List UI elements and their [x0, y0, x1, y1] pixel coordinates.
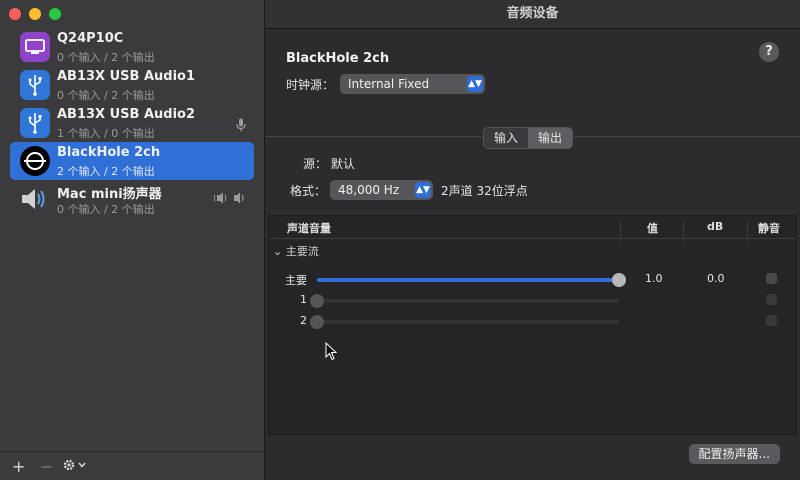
format-popup[interactable]: 48,000 Hz ▲▼	[330, 180, 433, 200]
stream-group-label: 主要流	[285, 245, 319, 258]
blackhole-icon	[20, 146, 50, 176]
clock-source-value: Internal Fixed	[348, 77, 430, 91]
slider-fill	[317, 278, 619, 282]
chevron-down-icon: ⌄	[273, 245, 283, 258]
device-name: BlackHole 2ch	[57, 145, 161, 160]
sidebar-toolbar: + −	[0, 451, 264, 480]
channel-volume-table: 声道音量 值 dB 静音 ⌄ 主要流 主要 1.0 0.0 1 2	[268, 215, 797, 435]
device-io-count: 1 个输入 / 0 个输出	[57, 127, 155, 140]
table-row: 2	[269, 312, 796, 330]
tab-output[interactable]: 输出	[528, 128, 573, 148]
help-button[interactable]: ?	[759, 42, 779, 62]
device-item-ab13x-audio2[interactable]: AB13X USB Audio2 1 个输入 / 0 个输出	[10, 104, 254, 142]
device-name: AB13X USB Audio2	[57, 107, 196, 122]
microphone-icon	[236, 118, 246, 135]
header-db: dB	[707, 220, 724, 233]
channel-label: 主要	[285, 274, 307, 287]
zoom-button[interactable]	[49, 8, 61, 20]
device-name: Q24P10C	[57, 31, 124, 46]
format-label: 格式：	[290, 184, 327, 198]
device-name: AB13X USB Audio1	[57, 69, 196, 84]
device-item-q24p10c[interactable]: Q24P10C 0 个输入 / 2 个输出	[10, 28, 254, 66]
device-item-blackhole-2ch[interactable]: BlackHole 2ch 2 个输入 / 2 个输出	[10, 142, 254, 180]
format-description: 2声道 32位浮点	[441, 184, 528, 198]
device-io-count: 0 个输入 / 2 个输出	[57, 203, 155, 216]
device-list: Q24P10C 0 个输入 / 2 个输出 AB13X USB Audio1 0…	[0, 28, 264, 218]
mouse-cursor-icon	[325, 342, 338, 361]
add-device-button[interactable]: +	[12, 457, 25, 476]
channel-label: 1	[300, 293, 307, 306]
device-title: BlackHole 2ch	[286, 51, 390, 66]
header-value: 值	[647, 222, 658, 235]
remove-device-button[interactable]: −	[40, 457, 53, 476]
device-io-count: 0 个输入 / 2 个输出	[57, 51, 155, 64]
audio-midi-window: Q24P10C 0 个输入 / 2 个输出 AB13X USB Audio1 0…	[0, 0, 800, 480]
clock-source-label: 时钟源：	[286, 78, 335, 92]
device-item-mac-mini-speaker[interactable]: Mac mini扬声器 0 个输入 / 2 个输出	[10, 180, 254, 218]
volume-slider[interactable]	[317, 273, 626, 287]
table-header: 声道音量 值 dB 静音	[269, 216, 796, 242]
format-value: 48,000 Hz	[338, 183, 400, 197]
device-item-ab13x-audio1[interactable]: AB13X USB Audio1 0 个输入 / 2 个输出	[10, 66, 254, 104]
stream-group-toggle[interactable]: ⌄ 主要流	[273, 243, 319, 259]
input-output-tabs: 输入 输出	[483, 127, 574, 149]
source-label: 源：	[303, 157, 328, 171]
usb-icon	[20, 108, 50, 138]
channel-db: 0.0	[707, 272, 725, 285]
output-indicator-icons	[213, 192, 246, 207]
gear-icon	[63, 459, 86, 471]
clock-source-popup[interactable]: Internal Fixed ▲▼	[340, 74, 485, 94]
device-io-count: 2 个输入 / 2 个输出	[57, 165, 155, 178]
speaker-icon	[20, 184, 50, 214]
mute-checkbox[interactable]	[766, 315, 777, 326]
channel-label: 2	[300, 314, 307, 327]
device-detail-pane: BlackHole 2ch ? 时钟源： Internal Fixed ▲▼ 输…	[265, 29, 800, 480]
slider-knob[interactable]	[310, 315, 324, 329]
header-mute: 静音	[758, 222, 780, 235]
table-row: 1	[269, 291, 796, 309]
minimize-button[interactable]	[29, 8, 41, 20]
slider-knob[interactable]	[310, 294, 324, 308]
header-channel-volume: 声道音量	[287, 222, 331, 235]
chevron-up-down-icon: ▲▼	[467, 76, 483, 92]
device-sidebar: Q24P10C 0 个输入 / 2 个输出 AB13X USB Audio1 0…	[0, 0, 265, 480]
mute-checkbox[interactable]	[766, 273, 777, 284]
display-icon	[20, 32, 50, 62]
window-controls	[9, 8, 61, 20]
channel-value: 1.0	[645, 272, 663, 285]
configure-speakers-button[interactable]: 配置扬声器...	[688, 444, 780, 464]
volume-slider[interactable]	[310, 315, 619, 329]
source-row: 源： 默认	[303, 155, 355, 172]
source-value: 默认	[330, 157, 355, 171]
table-row: 主要 1.0 0.0	[269, 270, 796, 288]
device-name: Mac mini扬声器	[57, 187, 162, 202]
tab-input[interactable]: 输入	[484, 128, 528, 148]
chevron-up-down-icon: ▲▼	[415, 182, 431, 198]
device-io-count: 0 个输入 / 2 个输出	[57, 89, 155, 102]
close-button[interactable]	[9, 8, 21, 20]
volume-slider[interactable]	[310, 294, 619, 308]
gear-menu-button[interactable]	[63, 457, 87, 476]
window-title: 音频设备	[265, 0, 800, 29]
slider-knob[interactable]	[612, 273, 626, 287]
mute-checkbox[interactable]	[766, 294, 777, 305]
usb-icon	[20, 70, 50, 100]
